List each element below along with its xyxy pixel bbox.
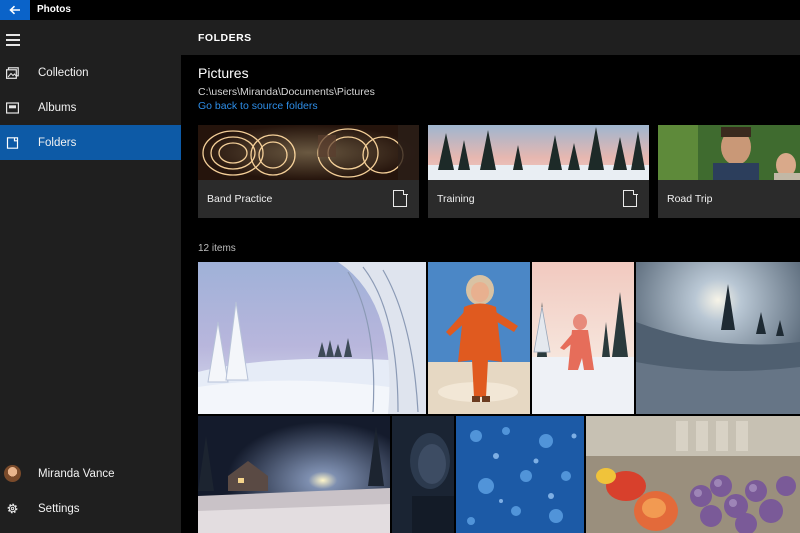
avatar	[4, 465, 21, 482]
folder-icon	[6, 136, 19, 149]
settings-label: Settings	[38, 502, 80, 515]
subfolder-label: Training	[437, 193, 475, 205]
sidebar-item-collection[interactable]: Collection	[0, 55, 181, 90]
collection-icon	[6, 66, 19, 79]
subfolder-thumbnail	[428, 125, 649, 180]
subfolder-tile-band-practice[interactable]: Band Practice	[198, 125, 419, 218]
folder-icon	[393, 189, 408, 207]
main-content: FOLDERS Pictures C:\users\Miranda\Docume…	[181, 20, 800, 533]
photo-thumbnail[interactable]	[586, 416, 800, 533]
photo-thumbnail[interactable]	[198, 262, 426, 414]
user-name: Miranda Vance	[38, 467, 115, 480]
folder-title: Pictures	[198, 65, 249, 81]
sidebar-item-label: Folders	[38, 136, 77, 149]
settings-button[interactable]: Settings	[0, 491, 181, 526]
photo-thumbnail[interactable]	[636, 262, 800, 414]
arrow-left-icon	[9, 5, 20, 15]
sidebar-item-albums[interactable]: Albums	[0, 90, 181, 125]
sidebar: Collection Albums Folders Miranda Vance …	[0, 20, 181, 533]
app-title: Photos	[37, 4, 71, 15]
items-count: 12 items	[198, 243, 236, 254]
subfolder-tile-training[interactable]: Training	[428, 125, 649, 218]
sidebar-item-folders[interactable]: Folders	[0, 125, 181, 160]
gear-icon	[7, 503, 18, 514]
page-title: FOLDERS	[198, 32, 252, 44]
photo-thumbnail[interactable]	[532, 262, 634, 414]
subfolder-thumbnail	[658, 125, 800, 180]
subfolder-tile-road-trip[interactable]: Road Trip	[658, 125, 800, 218]
subfolder-thumbnail	[198, 125, 419, 180]
subfolder-label: Band Practice	[207, 193, 273, 205]
sidebar-item-label: Albums	[38, 101, 77, 114]
subfolder-label: Road Trip	[667, 193, 713, 205]
photo-thumbnail[interactable]	[392, 416, 454, 533]
user-account-button[interactable]: Miranda Vance	[0, 456, 181, 491]
page-header: FOLDERS	[181, 20, 800, 55]
back-to-source-folders-link[interactable]: Go back to source folders	[198, 100, 318, 112]
back-button[interactable]	[0, 0, 30, 20]
albums-icon	[6, 101, 19, 114]
folder-icon	[623, 189, 638, 207]
folder-path: C:\users\Miranda\Documents\Pictures	[198, 86, 375, 98]
hamburger-menu-icon[interactable]	[6, 34, 20, 46]
sidebar-item-label: Collection	[38, 66, 89, 79]
title-bar: Photos	[0, 0, 800, 20]
photo-thumbnail[interactable]	[428, 262, 530, 414]
photo-thumbnail[interactable]	[456, 416, 584, 533]
photo-thumbnail[interactable]	[198, 416, 390, 533]
